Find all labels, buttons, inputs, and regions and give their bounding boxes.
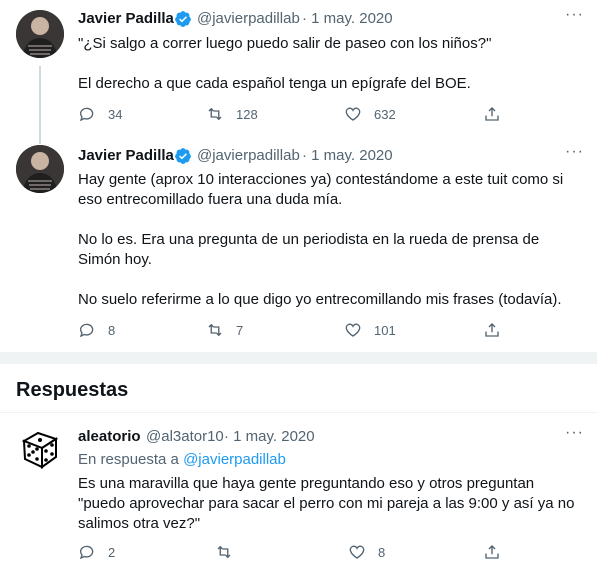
share-button[interactable] [483,320,501,340]
avatar-photo-icon [16,10,64,58]
section-divider [0,352,597,364]
retweet-icon [208,323,222,337]
dice-avatar[interactable] [16,424,64,472]
like-icon [345,323,361,337]
reply-to-prefix: En respuesta a [78,451,184,468]
author-handle[interactable]: @javierpadillab [197,10,300,27]
share-icon [485,545,499,559]
like-count: 632 [374,106,396,122]
reply-count: 8 [108,322,116,338]
section-title-divider [0,412,597,413]
in-reply-to: En respuesta a @javierpadillab [78,451,286,468]
retweet-button[interactable] [215,542,245,562]
like-button[interactable]: 632 [344,104,396,124]
like-button[interactable]: 8 [348,542,385,562]
thread-connector-line [39,66,41,144]
tweet-timestamp[interactable]: · 1 may. 2020 [224,428,315,445]
like-icon [349,545,365,559]
share-icon [485,323,499,337]
reply-count: 34 [108,106,123,122]
reply-icon [79,323,94,338]
reply-count: 2 [108,544,116,560]
author-handle[interactable]: @al3ator10 [146,428,224,445]
tweet-text: Es una maravilla que haya gente pregunta… [78,475,575,532]
retweet-count: 128 [236,106,258,122]
reply-icon [79,545,94,560]
replies-section-title: Respuestas [16,379,129,401]
more-icon[interactable]: ··· [565,143,584,161]
author-handle[interactable]: @javierpadillab [197,147,300,164]
tweet-text: "¿Si salgo a correr luego puedo salir de… [78,35,492,92]
verified-badge-icon [175,11,191,27]
share-icon [485,107,499,121]
author-name[interactable]: Javier Padilla [78,147,174,164]
more-icon[interactable]: ··· [565,424,584,442]
retweet-button[interactable]: 128 [206,104,258,124]
reply-icon [79,107,94,122]
reply-button[interactable]: 8 [78,320,115,340]
verified-badge-icon [175,148,191,164]
tweet-text: Hay gente (aprox 10 interacciones ya) co… [78,171,564,308]
retweet-icon [208,107,222,121]
retweet-button[interactable]: 7 [206,320,243,340]
retweet-count: 7 [236,322,244,338]
more-icon[interactable]: ··· [565,6,584,24]
avatar[interactable] [16,10,64,58]
retweet-icon [217,545,231,559]
reply-button[interactable]: 34 [78,104,122,124]
dice-icon [16,424,64,472]
tweet-timestamp[interactable]: · 1 may. 2020 [302,147,393,164]
reply-to-link[interactable]: @javierpadillab [183,451,286,468]
avatar[interactable] [16,145,64,193]
reply-button[interactable]: 2 [78,542,115,562]
share-button[interactable] [483,542,501,562]
like-button[interactable]: 101 [344,320,396,340]
like-count: 8 [378,544,386,560]
author-name[interactable]: Javier Padilla [78,10,174,27]
tweet-timestamp[interactable]: · 1 may. 2020 [302,10,393,27]
like-count: 101 [374,322,396,338]
share-button[interactable] [483,104,501,124]
author-name[interactable]: aleatorio [78,428,141,445]
like-icon [345,107,361,121]
avatar-photo-icon [16,145,64,193]
